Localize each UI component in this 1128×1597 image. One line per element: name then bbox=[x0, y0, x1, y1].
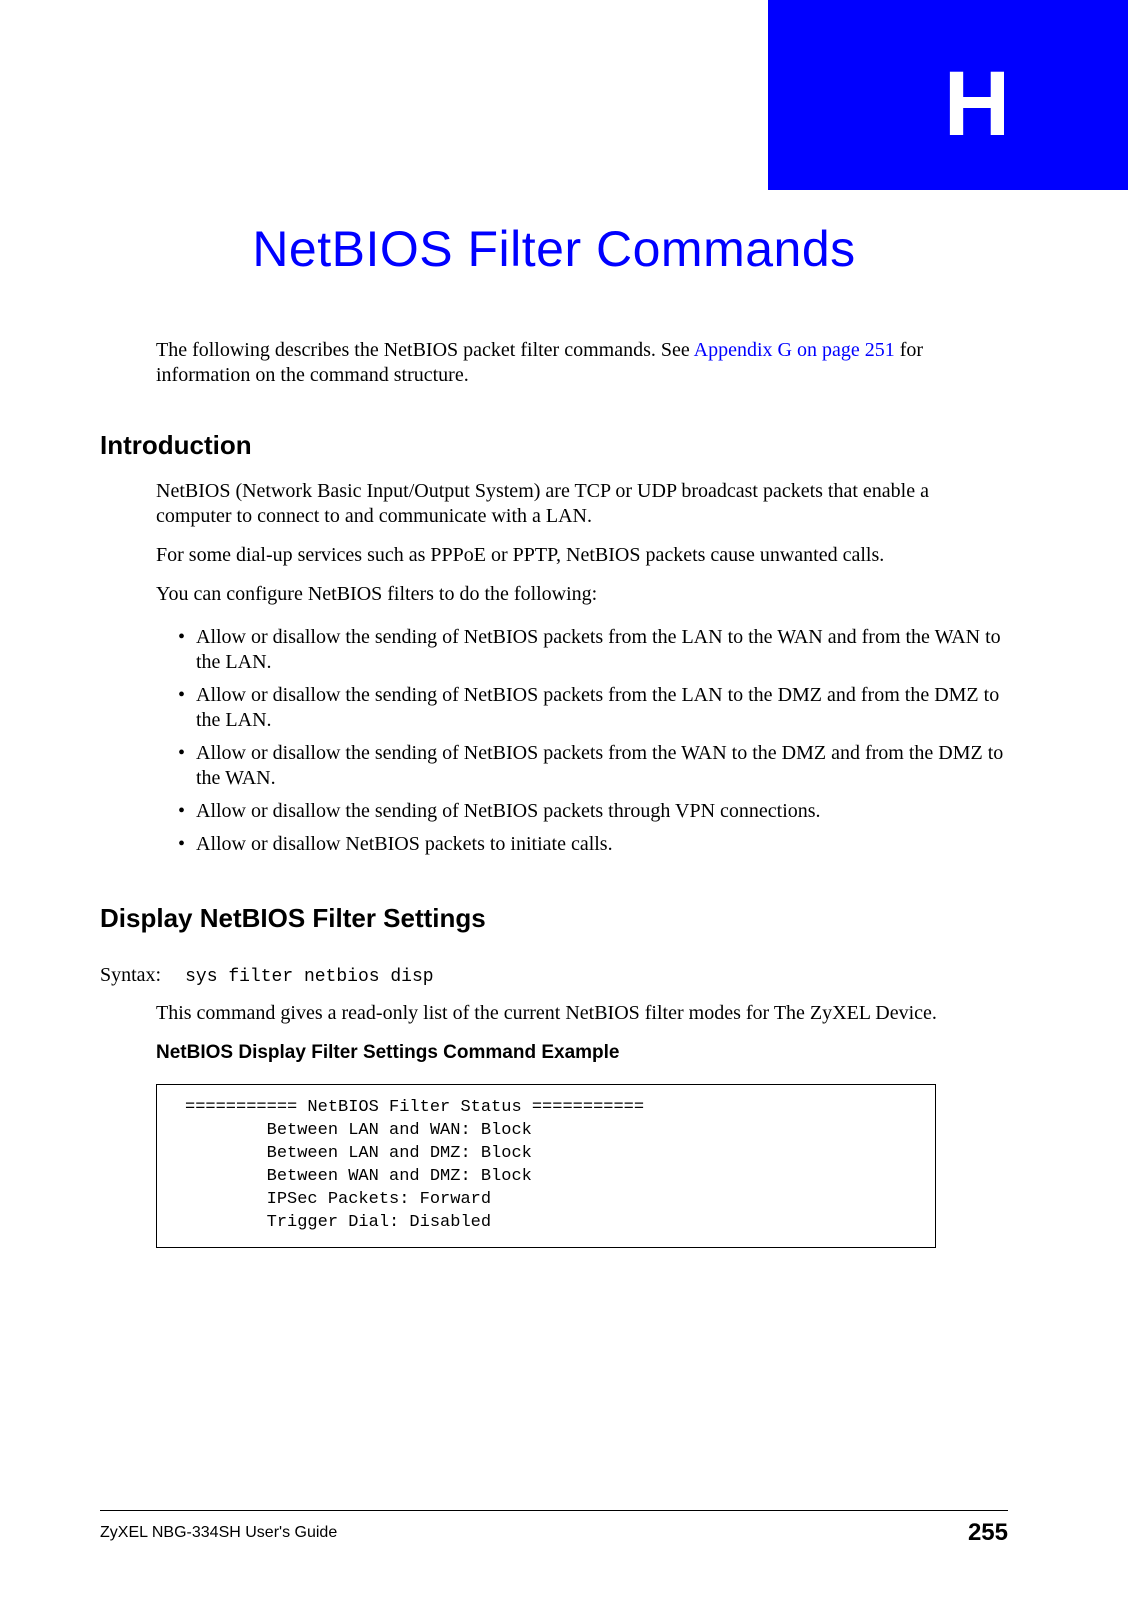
section-heading-introduction: Introduction bbox=[100, 430, 1008, 461]
intro-p3: You can configure NetBIOS filters to do … bbox=[100, 582, 1008, 607]
list-item: Allow or disallow NetBIOS packets to ini… bbox=[178, 828, 1008, 861]
list-item: Allow or disallow the sending of NetBIOS… bbox=[178, 621, 1008, 679]
syntax-row: Syntax: sys filter netbios disp bbox=[100, 964, 1008, 987]
intro-paragraph: The following describes the NetBIOS pack… bbox=[100, 338, 1008, 388]
appendix-letter: H bbox=[768, 0, 1128, 150]
page-container: H NetBIOS Filter Commands The following … bbox=[0, 0, 1128, 1597]
syntax-command: sys filter netbios disp bbox=[185, 967, 433, 987]
intro-p2: For some dial-up services such as PPPoE … bbox=[100, 543, 1008, 568]
example-caption: NetBIOS Display Filter Settings Command … bbox=[100, 1042, 1008, 1064]
list-item: Allow or disallow the sending of NetBIOS… bbox=[178, 795, 1008, 828]
syntax-description: This command gives a read-only list of t… bbox=[100, 1001, 1008, 1026]
command-output-box: =========== NetBIOS Filter Status ======… bbox=[156, 1084, 936, 1248]
intro-bullet-list: Allow or disallow the sending of NetBIOS… bbox=[100, 621, 1008, 861]
section-heading-display: Display NetBIOS Filter Settings bbox=[100, 903, 1008, 934]
list-item: Allow or disallow the sending of NetBIOS… bbox=[178, 737, 1008, 795]
page-footer: ZyXEL NBG-334SH User's Guide 255 bbox=[100, 1510, 1008, 1547]
chapter-title: NetBIOS Filter Commands bbox=[100, 220, 1008, 278]
command-output-text: =========== NetBIOS Filter Status ======… bbox=[185, 1097, 907, 1235]
intro-text-before: The following describes the NetBIOS pack… bbox=[156, 339, 694, 361]
appendix-tab: H bbox=[768, 0, 1128, 190]
list-item: Allow or disallow the sending of NetBIOS… bbox=[178, 679, 1008, 737]
appendix-g-link[interactable]: Appendix G on page 251 bbox=[694, 339, 895, 361]
intro-p1: NetBIOS (Network Basic Input/Output Syst… bbox=[100, 479, 1008, 529]
footer-page-number: 255 bbox=[968, 1519, 1008, 1547]
footer-guide-name: ZyXEL NBG-334SH User's Guide bbox=[100, 1524, 337, 1542]
syntax-label: Syntax: bbox=[100, 964, 161, 987]
